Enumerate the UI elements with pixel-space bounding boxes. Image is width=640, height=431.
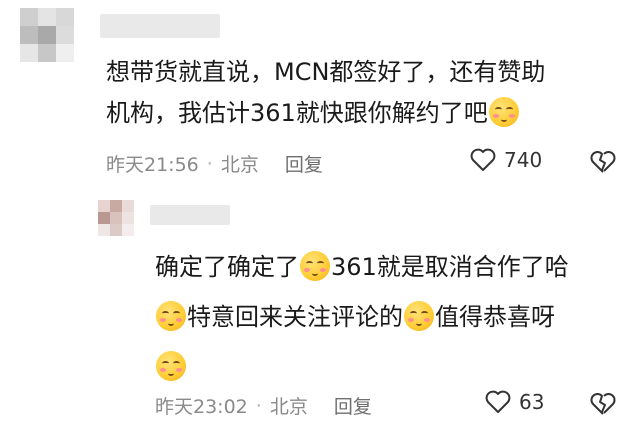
comment-meta: 昨天23:02 · 北京 回复 <box>155 392 372 419</box>
username-redacted[interactable] <box>100 14 220 38</box>
separator: · <box>206 152 213 175</box>
avatar[interactable] <box>98 200 134 236</box>
broken-heart-icon[interactable] <box>590 392 616 416</box>
broken-heart-icon[interactable] <box>590 150 616 174</box>
comment-line: 机构，我估计361就快跟你解约了吧 <box>106 99 488 127</box>
comment-line: 值得恭喜呀 <box>435 303 555 331</box>
reply-button[interactable]: 回复 <box>285 150 323 177</box>
comment-location: 北京 <box>269 396 308 418</box>
comment-body: 想带货就直说，MCN都签好了，还有赞助 机构，我估计361就快跟你解约了吧 <box>106 52 626 134</box>
like-button[interactable]: 63 <box>485 390 544 414</box>
comment-line: 特意回来关注评论的 <box>187 303 403 331</box>
like-button[interactable]: 740 <box>470 148 542 172</box>
blush-emoji-icon <box>488 97 519 127</box>
heart-outline-icon <box>470 148 496 171</box>
comment-meta: 昨天21:56 · 北京 回复 <box>106 150 323 177</box>
like-count: 740 <box>504 148 543 172</box>
squint-smile-emoji-icon <box>156 301 186 331</box>
username-redacted[interactable] <box>150 205 230 225</box>
squint-smile-emoji-icon <box>156 351 186 381</box>
comment-line: 361就是取消合作了哈 <box>331 253 569 281</box>
comment-time: 昨天21:56 <box>106 154 199 176</box>
reply-button[interactable]: 回复 <box>334 392 372 419</box>
squint-smile-emoji-icon <box>404 301 434 331</box>
heart-outline-icon <box>485 390 511 413</box>
like-count: 63 <box>519 390 545 414</box>
avatar[interactable] <box>20 8 74 62</box>
comment-line: 确定了确定了 <box>155 253 299 281</box>
squint-smile-emoji-icon <box>300 251 330 281</box>
comment-line: 想带货就直说，MCN都签好了，还有赞助 <box>106 58 546 86</box>
separator: · <box>255 394 262 417</box>
comment-body: 确定了确定了 361就是取消合作了哈 特意回来关注评论的 值得恭喜呀 <box>155 242 630 392</box>
comment-location: 北京 <box>220 154 259 176</box>
comment-time: 昨天23:02 <box>155 396 248 418</box>
